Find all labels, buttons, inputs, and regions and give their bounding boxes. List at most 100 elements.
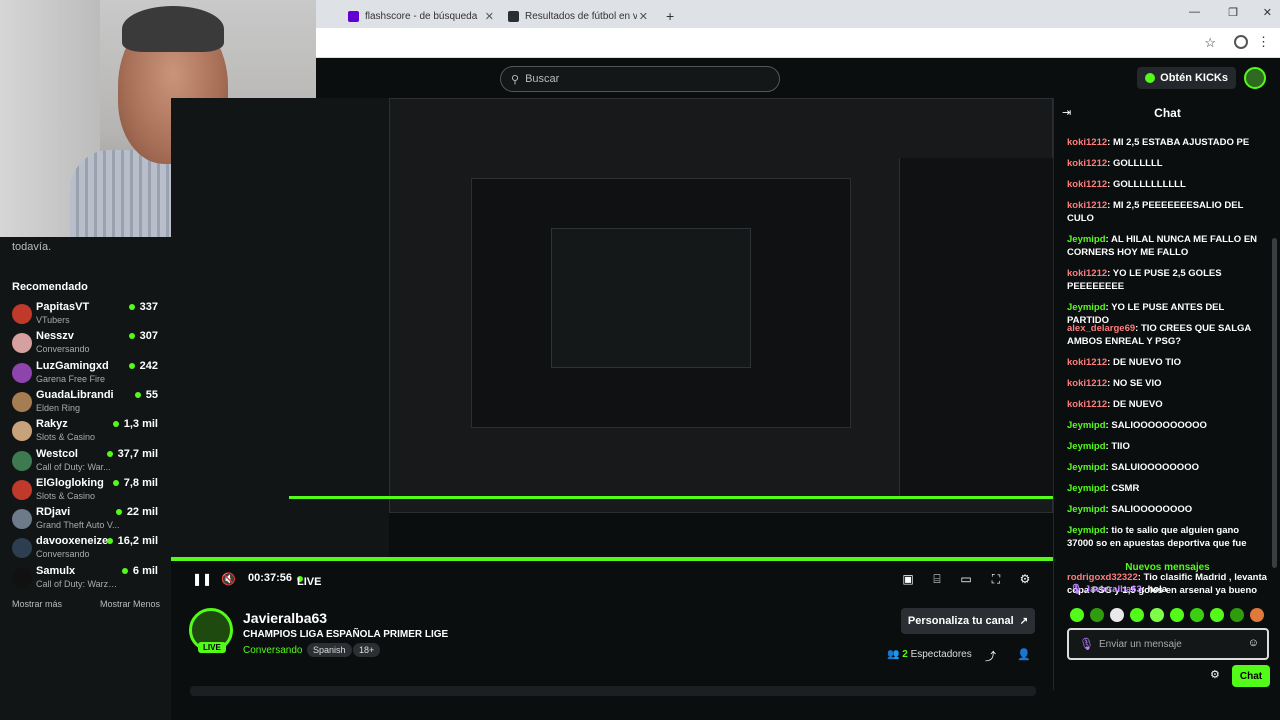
chat-username[interactable]: alex_delarge69 xyxy=(1067,323,1135,334)
pinned-user[interactable]: Javieralba63 xyxy=(1085,584,1142,595)
clip-icon[interactable]: ⌸ xyxy=(930,572,944,586)
chat-username[interactable]: koki1212 xyxy=(1067,378,1107,389)
webcam-hair xyxy=(122,6,224,52)
sidebar-item[interactable]: Samulx Call of Duty: Warzone 6 mil xyxy=(12,565,162,594)
sidebar-item-name: ElGlogloking xyxy=(36,476,104,489)
new-messages-label[interactable]: Nuevos mensajes xyxy=(1054,562,1280,573)
show-more-link[interactable]: Mostrar más xyxy=(12,599,62,609)
chat-text: GOLLLLLLLLLL xyxy=(1112,179,1186,190)
customize-channel-button[interactable]: Personaliza tu canal ↗ xyxy=(901,608,1035,634)
sidebar-item[interactable]: ElGlogloking Slots & Casino 7,8 mil xyxy=(12,477,162,506)
profile-icon[interactable] xyxy=(1234,35,1248,49)
emote-icon[interactable] xyxy=(1190,608,1204,622)
sidebar-item[interactable]: RDjavi Grand Theft Auto V... 22 mil xyxy=(12,506,162,535)
chat-text: DE NUEVO TIO xyxy=(1112,357,1182,368)
chat-username[interactable]: Jeymipd xyxy=(1067,302,1106,313)
avatar xyxy=(12,304,32,324)
chat-message: Jeymipd: SALIOOOOOOOOOO xyxy=(1067,420,1207,431)
close-icon[interactable]: ✕ xyxy=(485,10,494,23)
sidebar-item[interactable]: Nesszv Conversando 307 xyxy=(12,330,162,359)
close-window-icon[interactable]: ✕ xyxy=(1263,6,1272,19)
tag-age[interactable]: 18+ xyxy=(353,643,381,657)
chat-message: Jeymipd: tio te salio que alguien gano 3… xyxy=(1067,525,1247,549)
sidebar-item[interactable]: Westcol Call of Duty: War... 37,7 mil xyxy=(12,448,162,477)
show-less-link[interactable]: Mostrar Menos xyxy=(100,599,160,609)
mute-icon[interactable]: 🔇 xyxy=(221,572,236,586)
emote-icon[interactable] xyxy=(1130,608,1144,622)
nested-progress-bar xyxy=(289,496,1053,499)
chat-scrollbar[interactable] xyxy=(1272,238,1277,568)
share-icon[interactable]: ⤴ xyxy=(985,648,996,664)
sidebar-item-category: Slots & Casino xyxy=(36,490,96,501)
restore-icon[interactable]: ❐ xyxy=(1228,6,1238,19)
chat-username[interactable]: Jeymipd xyxy=(1067,504,1106,515)
theater-mode-icon[interactable]: ▣ xyxy=(901,572,915,586)
channel-name[interactable]: Javieralba63 xyxy=(243,610,327,626)
emoji-icon[interactable]: ☺ xyxy=(1248,637,1259,649)
emote-icon[interactable] xyxy=(1070,608,1084,622)
video-player[interactable] xyxy=(171,98,1053,560)
sidebar-item[interactable]: davooxeneize Conversando 16,2 mil xyxy=(12,535,162,564)
emote-icon[interactable] xyxy=(1230,608,1244,622)
chat-username[interactable]: koki1212 xyxy=(1067,268,1107,279)
close-icon[interactable]: ✕ xyxy=(639,10,648,23)
chat-text: SALIOOOOOOOO xyxy=(1111,504,1193,515)
mini-player-icon[interactable]: ▭ xyxy=(959,572,973,586)
browser-tab-1[interactable]: flashscore - de búsqueda ✕ xyxy=(342,4,500,28)
user-avatar[interactable] xyxy=(1244,67,1266,89)
get-kicks-button[interactable]: Obtén KICKs xyxy=(1137,67,1236,89)
progress-bar[interactable] xyxy=(171,557,1053,561)
chat-username[interactable]: Jeymipd xyxy=(1067,462,1106,473)
emote-icon[interactable] xyxy=(1250,608,1264,622)
chat-input[interactable]: 🎙 Enviar un mensaje ☺ xyxy=(1067,628,1269,660)
sidebar-note: todavía. xyxy=(12,241,52,253)
new-tab-button[interactable]: + xyxy=(660,4,680,28)
emote-icon[interactable] xyxy=(1090,608,1104,622)
chat-username[interactable]: Jeymipd xyxy=(1067,525,1106,536)
search-input[interactable]: ⚲ Buscar xyxy=(500,66,780,92)
browser-tab-2[interactable]: Resultados de fútbol en vivo, M ✕ xyxy=(502,4,654,28)
settings-gear-icon[interactable]: ⚙ xyxy=(1018,572,1032,586)
chat-username[interactable]: koki1212 xyxy=(1067,137,1107,148)
menu-dots-icon[interactable]: ⋮ xyxy=(1257,34,1270,50)
chat-username[interactable]: Jeymipd xyxy=(1067,483,1106,494)
emote-icon[interactable] xyxy=(1150,608,1164,622)
chat-username[interactable]: koki1212 xyxy=(1067,179,1107,190)
pause-icon[interactable]: ❚❚ xyxy=(192,572,212,586)
chat-username[interactable]: koki1212 xyxy=(1067,158,1107,169)
emote-icon[interactable] xyxy=(1210,608,1224,622)
sidebar-item-viewers: 16,2 mil xyxy=(107,535,158,547)
sidebar-item-name: Samulx xyxy=(36,564,76,577)
chat-username[interactable]: Jeymipd xyxy=(1067,441,1106,452)
chat-settings-icon[interactable]: ⚙ xyxy=(1210,668,1220,681)
chat-send-button[interactable]: Chat xyxy=(1232,665,1270,687)
emote-icon[interactable] xyxy=(1110,608,1124,622)
follow-user-icon[interactable]: 👤 xyxy=(1017,648,1031,661)
chat-username[interactable]: Jeymipd xyxy=(1067,234,1106,245)
chat-message: Jeymipd: SALIOOOOOOOO xyxy=(1067,504,1193,515)
sidebar-item[interactable]: PapitasVT VTubers 337 xyxy=(12,301,162,330)
live-label: LIVE xyxy=(297,576,322,588)
stream-category[interactable]: Conversando xyxy=(243,645,302,656)
emote-icon[interactable] xyxy=(1170,608,1184,622)
chat-username[interactable]: koki1212 xyxy=(1067,399,1107,410)
chat-message: Jeymipd: CSMR xyxy=(1067,483,1140,494)
sidebar-item[interactable]: GuadaLibrandi Elden Ring 55 xyxy=(12,389,162,418)
chat-title: Chat xyxy=(1154,106,1181,120)
sidebar-item-name: Rakyz xyxy=(36,418,68,431)
sidebar-item[interactable]: Rakyz Slots & Casino 1,3 mil xyxy=(12,418,162,447)
chat-username[interactable]: rodrigoxd32322 xyxy=(1067,572,1138,583)
chat-username[interactable]: Jeymipd xyxy=(1067,420,1106,431)
stream-title: CHAMPIOS LIGA ESPAÑOLA PRIMER LIGE xyxy=(243,629,449,640)
emote-bar xyxy=(1070,608,1270,624)
chat-username[interactable]: koki1212 xyxy=(1067,357,1107,368)
fullscreen-icon[interactable]: ⛶ xyxy=(989,572,1003,586)
minimize-icon[interactable]: — xyxy=(1189,6,1200,18)
sidebar-item-name: LuzGamingxd xyxy=(36,359,109,372)
chat-username[interactable]: koki1212 xyxy=(1067,200,1107,211)
sidebar-item[interactable]: LuzGamingxd Garena Free Fire 242 xyxy=(12,360,162,389)
tag-language[interactable]: Spanish xyxy=(307,643,352,657)
browser-addressbar: ☆ ⋮ xyxy=(316,28,1280,58)
chat-text: NO SE VIO xyxy=(1112,378,1162,389)
bookmark-star-icon[interactable]: ☆ xyxy=(1204,35,1216,51)
